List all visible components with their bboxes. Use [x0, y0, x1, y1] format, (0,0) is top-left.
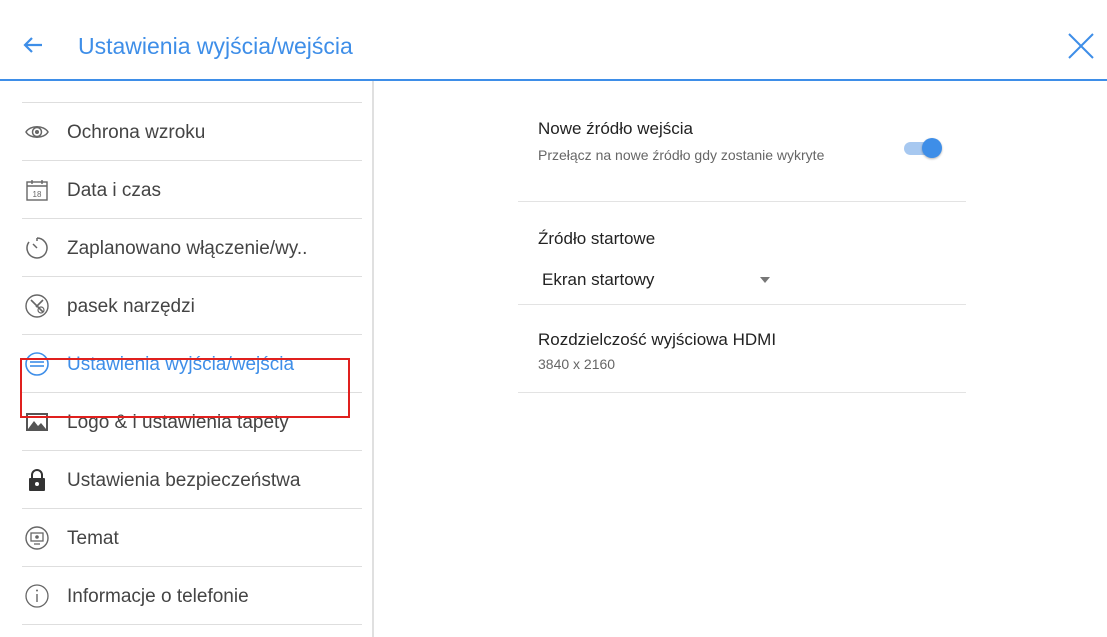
setting-description: Przełącz na nowe źródło gdy zostanie wyk… — [538, 147, 825, 163]
startup-source-dropdown[interactable]: Ekran startowy — [542, 270, 778, 296]
dropdown-arrow-icon — [760, 277, 770, 283]
sidebar-item-security[interactable]: Ustawienia bezpieczeństwa — [22, 451, 362, 509]
sidebar-item-schedule[interactable]: Zaplanowano włączenie/wy.. — [22, 219, 362, 277]
sidebar-item-label: Temat — [67, 528, 119, 549]
sidebar-item-theme[interactable]: Temat — [22, 509, 362, 567]
sidebar-item-label: Ustawienia bezpieczeństwa — [67, 470, 301, 491]
setting-new-input-source[interactable]: Nowe źródło wejścia Przełącz na nowe źró… — [518, 81, 966, 202]
lock-icon — [24, 467, 50, 493]
sidebar-item-toolbar[interactable]: pasek narzędzi — [22, 277, 362, 335]
sidebar-item-label: Ochrona wzroku — [67, 122, 206, 143]
page-title: Ustawienia wyjścia/wejścia — [78, 33, 353, 59]
sidebar-item-partial[interactable] — [22, 81, 362, 103]
sidebar-item-label: Informacje o telefonie — [67, 586, 249, 607]
selection-highlight-box — [20, 358, 350, 418]
setting-title: Źródło startowe — [538, 229, 656, 248]
header: Ustawienia wyjścia/wejścia — [0, 0, 1107, 80]
info-icon — [24, 583, 50, 609]
svg-text:18: 18 — [33, 190, 42, 199]
sidebar-item-date-time[interactable]: 18 Data i czas — [22, 161, 362, 219]
dropdown-selected-value: Ekran startowy — [542, 270, 655, 289]
setting-title: Nowe źródło wejścia — [538, 119, 693, 138]
eye-icon — [24, 119, 50, 145]
toggle-knob — [922, 138, 942, 158]
close-icon[interactable] — [1066, 30, 1096, 62]
sidebar-item-phone-info[interactable]: Informacje o telefonie — [22, 567, 362, 625]
sidebar-item-eye-protection[interactable]: Ochrona wzroku — [22, 103, 362, 161]
sidebar-item-label: Zaplanowano włączenie/wy.. — [67, 238, 308, 259]
setting-title: Rozdzielczość wyjściowa HDMI — [538, 330, 777, 349]
sidebar-item-label: Data i czas — [67, 180, 161, 201]
tools-icon — [24, 293, 50, 319]
new-source-toggle[interactable] — [902, 137, 944, 159]
setting-value: 3840 x 2160 — [538, 356, 616, 372]
timer-icon — [24, 235, 50, 261]
theme-icon — [24, 525, 50, 551]
calendar-icon: 18 — [24, 177, 50, 203]
sidebar-item-label: pasek narzędzi — [67, 296, 195, 317]
back-arrow-icon[interactable] — [22, 30, 52, 60]
setting-hdmi-resolution[interactable]: Rozdzielczość wyjściowa HDMI 3840 x 2160 — [518, 305, 966, 393]
